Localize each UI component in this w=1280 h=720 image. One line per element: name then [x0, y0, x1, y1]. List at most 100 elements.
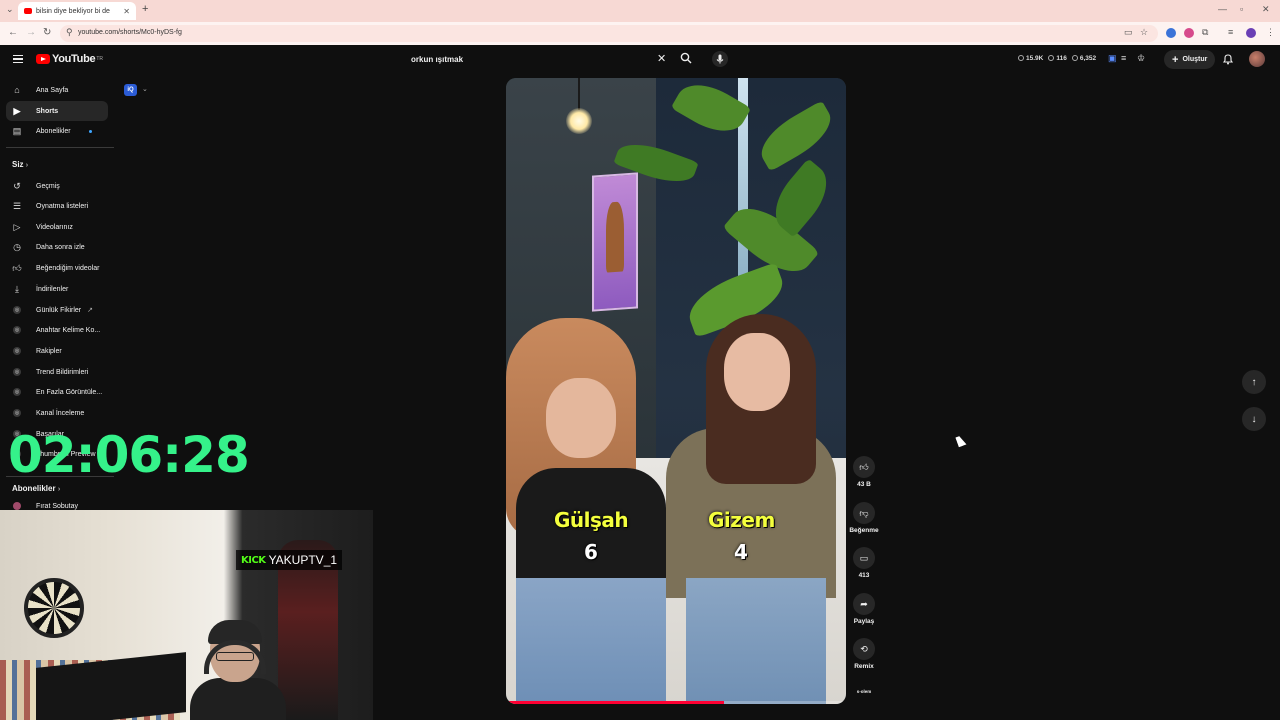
- restore-icon[interactable]: ▫: [1240, 4, 1243, 14]
- sidebar-item-channel-review[interactable]: ◎ Kanal İnceleme: [6, 403, 108, 423]
- sidebar-item-label: Ana Sayfa: [36, 86, 69, 94]
- like-action: 👍︎ 43 B: [848, 456, 880, 488]
- vidiq-tool-icon: ◎: [13, 409, 21, 417]
- next-short-button[interactable]: ↓: [1242, 407, 1266, 431]
- previous-short-button[interactable]: ↑: [1242, 370, 1266, 394]
- remix-label: Remix: [854, 663, 874, 670]
- like-button[interactable]: 👍︎: [853, 456, 875, 478]
- forward-icon[interactable]: →: [26, 27, 36, 38]
- vidiq-icon[interactable]: ▣: [1108, 53, 1117, 64]
- user-avatar[interactable]: [1249, 51, 1265, 67]
- install-icon[interactable]: ▭: [1124, 27, 1133, 38]
- channel-avatar: [13, 502, 21, 510]
- browser-tab-bar: ⌄ bilsin diye bekliyor bi de ✕ + — ▫ ✕: [0, 0, 1280, 22]
- new-tab-icon[interactable]: +: [142, 3, 148, 15]
- vidiq-badge[interactable]: iQ: [124, 84, 137, 96]
- reload-icon[interactable]: ↻: [43, 27, 51, 38]
- share-button[interactable]: ➦: [853, 593, 875, 615]
- webcam-overlay: KICK YAKUPTV_1: [0, 510, 373, 720]
- audio-action[interactable]: s-olem: [848, 686, 880, 694]
- sidebar-item-playlists[interactable]: ☰ Oynatma listeleri: [6, 196, 108, 216]
- youtube-logo[interactable]: YouTube TR: [36, 53, 103, 65]
- dislike-action: 👎︎ Beğenme: [848, 502, 880, 534]
- extension-icon[interactable]: [1166, 28, 1176, 38]
- sidebar-item-keywords[interactable]: ◎ Anahtar Kelime Ko...: [6, 320, 108, 340]
- comments-action: ▭ 413: [848, 547, 880, 579]
- comments-button[interactable]: ▭: [853, 547, 875, 569]
- back-icon[interactable]: ←: [8, 27, 18, 38]
- minimize-icon[interactable]: —: [1218, 4, 1227, 14]
- subs-stat: 116: [1048, 55, 1067, 62]
- sidebar-item-trend-alerts[interactable]: ◎ Trend Bildirimleri: [6, 362, 108, 382]
- address-bar[interactable]: youtube.com/shorts/Mc0-hyDS-fg: [60, 25, 1158, 42]
- microphone-icon[interactable]: [712, 51, 728, 67]
- sidebar-item-label: En Fazla Görüntüle...: [36, 388, 103, 396]
- comments-count: 413: [858, 572, 870, 579]
- bookmark-star-icon[interactable]: ☆: [1140, 27, 1148, 38]
- clear-search-icon[interactable]: ✕: [657, 52, 666, 65]
- notifications-bell-icon[interactable]: [1222, 53, 1234, 65]
- video-progress-fill: [506, 701, 724, 704]
- window-close-icon[interactable]: ✕: [1262, 4, 1270, 15]
- trophy-icon[interactable]: ♔: [1137, 53, 1145, 64]
- sidebar-item-home[interactable]: ⌂ Ana Sayfa: [6, 80, 108, 100]
- kick-channel-badge: KICK YAKUPTV_1: [236, 550, 343, 570]
- browser-tab[interactable]: bilsin diye bekliyor bi de ✕: [18, 2, 136, 20]
- media-control-icon[interactable]: ≡: [1228, 27, 1233, 37]
- arrow-down-icon: ↓: [1251, 413, 1257, 425]
- sidebar-item-label: Beğendiğim videolar: [36, 264, 100, 272]
- youtube-play-icon: [36, 54, 50, 64]
- sidebar-item-label: Shorts: [36, 107, 59, 115]
- shorts-video-player[interactable]: Gülşah 6 Gizem 4: [506, 78, 846, 704]
- score-right: 4: [734, 540, 748, 564]
- sidebar-item-downloads[interactable]: ⤓ İndirilenler: [6, 279, 108, 299]
- thumbs-down-icon: 👎︎: [859, 507, 869, 518]
- sidebar-you-header[interactable]: Siz ›: [12, 160, 28, 169]
- your-videos-icon: ▷: [13, 221, 21, 232]
- remix-button[interactable]: ⟲: [853, 638, 875, 660]
- views-icon: [1018, 55, 1024, 61]
- sidebar-item-watch-later[interactable]: ◷ Daha sonra izle: [6, 237, 108, 257]
- thumbs-up-icon: 👍︎: [859, 461, 869, 472]
- dislike-button[interactable]: 👎︎: [853, 502, 875, 524]
- sidebar-item-label: İndirilenler: [36, 285, 69, 293]
- chevron-down-icon[interactable]: ⌄: [142, 85, 148, 93]
- youtube-favicon-icon: [24, 8, 32, 14]
- extensions-puzzle-icon[interactable]: ⧉: [1202, 27, 1208, 38]
- profile-icon[interactable]: [1246, 28, 1256, 38]
- create-button[interactable]: + Oluştur: [1164, 50, 1216, 69]
- external-link-icon: ↗: [87, 307, 93, 314]
- sidebar-item-shorts[interactable]: ▶ Shorts: [6, 101, 108, 121]
- share-icon: ➦: [860, 598, 868, 609]
- list-icon[interactable]: ≡: [1121, 53, 1126, 63]
- sidebar-item-subscriptions[interactable]: ▤ Abonelikler: [6, 121, 108, 141]
- logo-text: YouTube: [52, 53, 96, 65]
- tab-search-icon[interactable]: ⌄: [6, 4, 14, 15]
- search-icon[interactable]: [680, 52, 692, 64]
- site-info-icon[interactable]: ⚲: [66, 27, 73, 38]
- vidiq-tool-icon: ◎: [13, 326, 21, 334]
- browser-menu-icon[interactable]: ⋮: [1266, 27, 1275, 38]
- sidebar-item-label: Oynatma listeleri: [36, 202, 89, 210]
- stream-timer: 02:06:28: [8, 426, 250, 484]
- mouse-cursor: [955, 434, 967, 448]
- new-content-dot: [88, 129, 92, 133]
- extension-icon[interactable]: [1184, 28, 1194, 38]
- dislike-label: Beğenme: [849, 527, 879, 534]
- dartboard: [24, 578, 84, 638]
- comment-icon: ▭: [859, 552, 869, 563]
- menu-icon[interactable]: [13, 55, 23, 63]
- video-progress-bar[interactable]: [506, 701, 846, 704]
- sidebar-item-daily-ideas[interactable]: ◎ Günlük Fikirler ↗: [6, 300, 108, 320]
- sidebar-item-history[interactable]: ↺ Geçmiş: [6, 176, 108, 196]
- sidebar-item-label: Geçmiş: [36, 182, 60, 190]
- vidiq-tool-icon: ◎: [13, 368, 21, 376]
- sidebar-item-competitors[interactable]: ◎ Rakipler: [6, 341, 108, 361]
- search-input[interactable]: orkun ışıtmak: [405, 50, 673, 68]
- sidebar-subscriptions-header[interactable]: Abonelikler ›: [12, 484, 60, 493]
- sidebar-item-your-videos[interactable]: ▷ Videolarınız: [6, 217, 108, 237]
- tab-close-icon[interactable]: ✕: [123, 7, 130, 16]
- sidebar-item-most-viewed[interactable]: ◎ En Fazla Görüntüle...: [6, 382, 108, 402]
- sidebar-item-liked-videos[interactable]: 👍︎ Beğendiğim videolar: [6, 258, 108, 278]
- sidebar-item-label: Daha sonra izle: [36, 243, 85, 251]
